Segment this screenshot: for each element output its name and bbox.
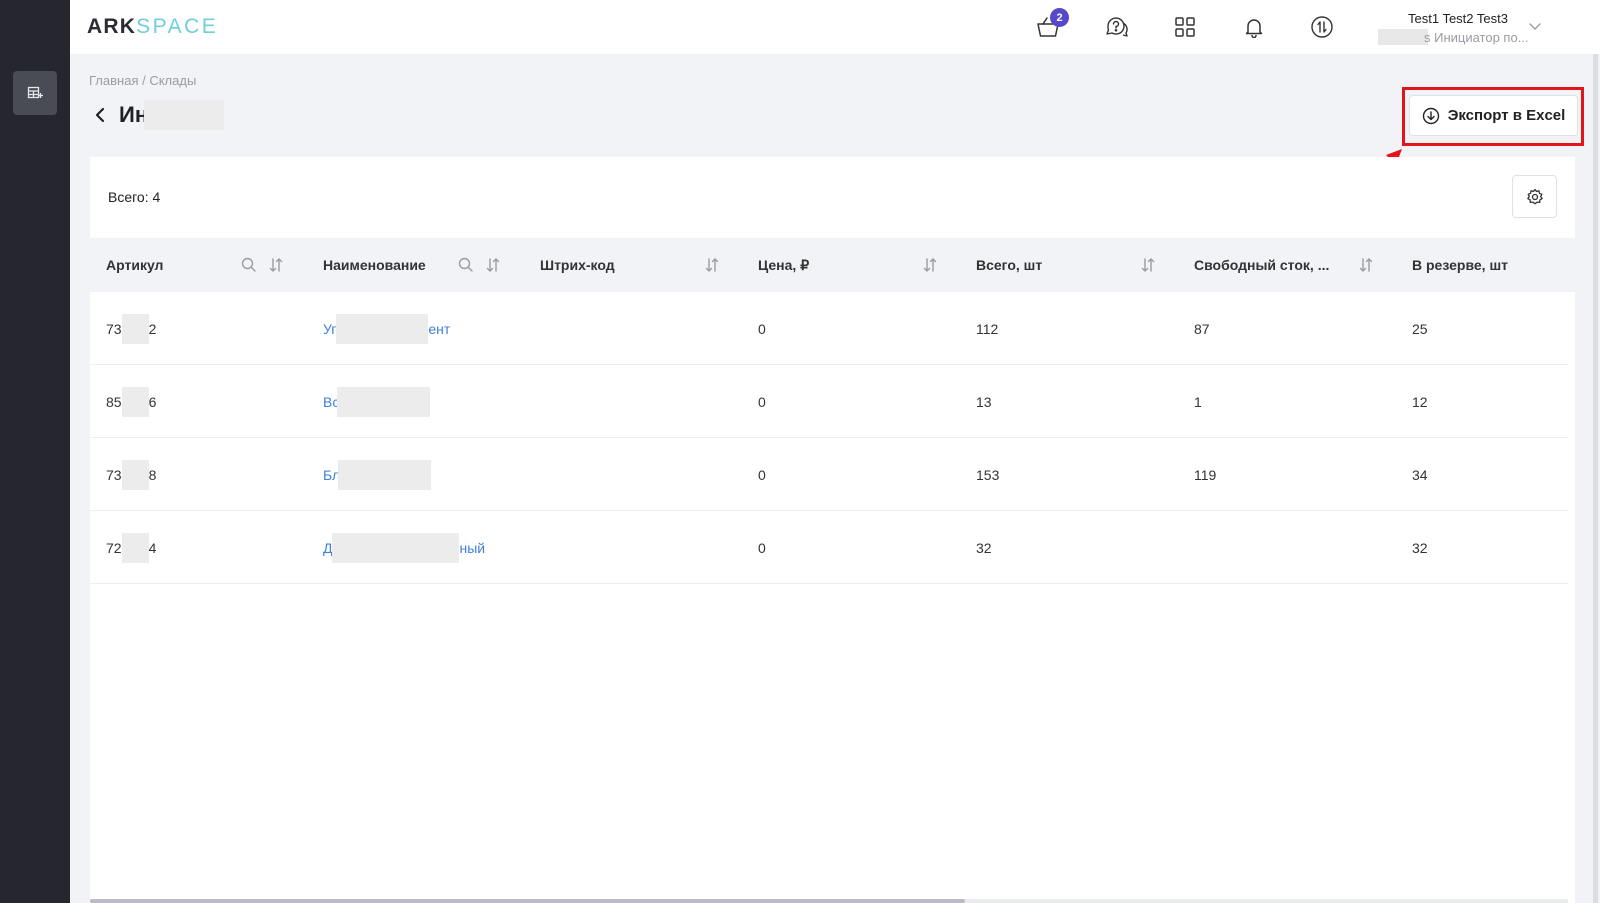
cart-button[interactable]: 2 (1032, 8, 1069, 43)
cell-sku: 73 8 (106, 438, 156, 511)
annotation-highlight-box (1402, 87, 1584, 146)
vertical-scrollbar[interactable] (1593, 54, 1598, 903)
cell-total: 112 (976, 320, 999, 337)
breadcrumb[interactable]: Главная / Склады (89, 73, 196, 88)
support-button[interactable] (1101, 11, 1133, 43)
column-header-name[interactable]: Наименование (323, 238, 426, 292)
column-header-price[interactable]: Цена, ₽ (758, 238, 809, 292)
table-settings-button[interactable] (1512, 175, 1557, 218)
table-row[interactable]: 73 2 Уг ент 0 112 87 25 (90, 292, 1568, 365)
cell-price: 0 (758, 466, 766, 483)
scrollbar-thumb[interactable] (90, 899, 965, 903)
cell-reserved: 34 (1412, 466, 1428, 483)
cell-price: 0 (758, 320, 766, 337)
table-row[interactable]: 72 4 Дный 0 32 32 (90, 511, 1568, 584)
cell-total: 32 (976, 539, 992, 556)
bell-icon (1245, 19, 1263, 38)
sort-icon[interactable] (1139, 256, 1156, 273)
table-header: Артикул Наименование Штрих-код Цена, ₽ В… (90, 238, 1575, 292)
redaction-mask (144, 100, 225, 130)
sidebar-item-warehouse[interactable] (13, 71, 57, 115)
table-row[interactable]: 73 8 Бл 0 153 119 34 (90, 438, 1568, 511)
sidebar (0, 0, 70, 903)
back-arrow-icon[interactable] (93, 106, 107, 124)
table-plus-icon (27, 86, 43, 99)
cart-badge: 2 (1050, 8, 1069, 27)
column-header-reserved[interactable]: В резерве, шт (1412, 238, 1508, 292)
page-header: Ин (93, 100, 225, 130)
cell-sku: 73 2 (106, 292, 156, 365)
sort-icon[interactable] (484, 256, 501, 273)
cell-total: 13 (976, 393, 992, 410)
cell-reserved: 25 (1412, 320, 1428, 337)
sort-icon[interactable] (1357, 256, 1374, 273)
cell-total: 153 (976, 466, 1000, 483)
cell-name-link[interactable]: Бл (323, 438, 432, 511)
notifications-button[interactable] (1238, 11, 1270, 43)
switch-icon (1311, 16, 1333, 38)
search-icon[interactable] (240, 256, 257, 273)
switch-account-button[interactable] (1306, 11, 1338, 43)
cell-free-stock: 87 (1194, 320, 1210, 337)
sort-icon[interactable] (267, 256, 284, 273)
search-icon[interactable] (457, 256, 474, 273)
inventory-card: Всего: 4 Артикул Наименование Штрих-код … (90, 157, 1575, 903)
column-header-sku[interactable]: Артикул (106, 238, 163, 292)
total-count: Всего: 4 (108, 189, 161, 205)
chat-help-icon (1106, 17, 1128, 37)
sort-icon[interactable] (921, 256, 938, 273)
cell-price: 0 (758, 539, 766, 556)
sort-icon[interactable] (703, 256, 720, 273)
cell-sku: 72 4 (106, 511, 156, 584)
cell-free-stock: 1 (1194, 393, 1202, 410)
column-header-total[interactable]: Всего, шт (976, 238, 1042, 292)
grid-icon (1175, 17, 1195, 37)
column-header-barcode[interactable]: Штрих-код (540, 238, 615, 292)
redaction-mask (1378, 29, 1428, 45)
logo[interactable]: ARKSPACE (87, 15, 218, 39)
cell-reserved: 12 (1412, 393, 1428, 410)
cell-name-link[interactable]: Уг ент (323, 292, 450, 365)
cell-reserved: 32 (1412, 539, 1428, 556)
cell-name-link[interactable]: Дный (323, 511, 485, 584)
cell-free-stock: 119 (1194, 466, 1217, 483)
apps-button[interactable] (1169, 11, 1201, 43)
horizontal-scrollbar[interactable] (90, 899, 1568, 903)
cell-sku: 85 6 (106, 365, 156, 438)
cell-name-link[interactable]: Вс (323, 365, 431, 438)
table-row[interactable]: 85 6 Вс 0 13 1 12 (90, 365, 1568, 438)
user-role[interactable]: s Инициатор по... (1378, 29, 1538, 45)
top-bar: ARKSPACE 2 Test1 Test2 Test3 s Инициатор… (70, 0, 1600, 54)
cell-price: 0 (758, 393, 766, 410)
column-header-free-stock[interactable]: Свободный сток, ... (1194, 238, 1329, 292)
chevron-down-icon[interactable] (1528, 19, 1542, 33)
gear-icon (1526, 188, 1543, 204)
